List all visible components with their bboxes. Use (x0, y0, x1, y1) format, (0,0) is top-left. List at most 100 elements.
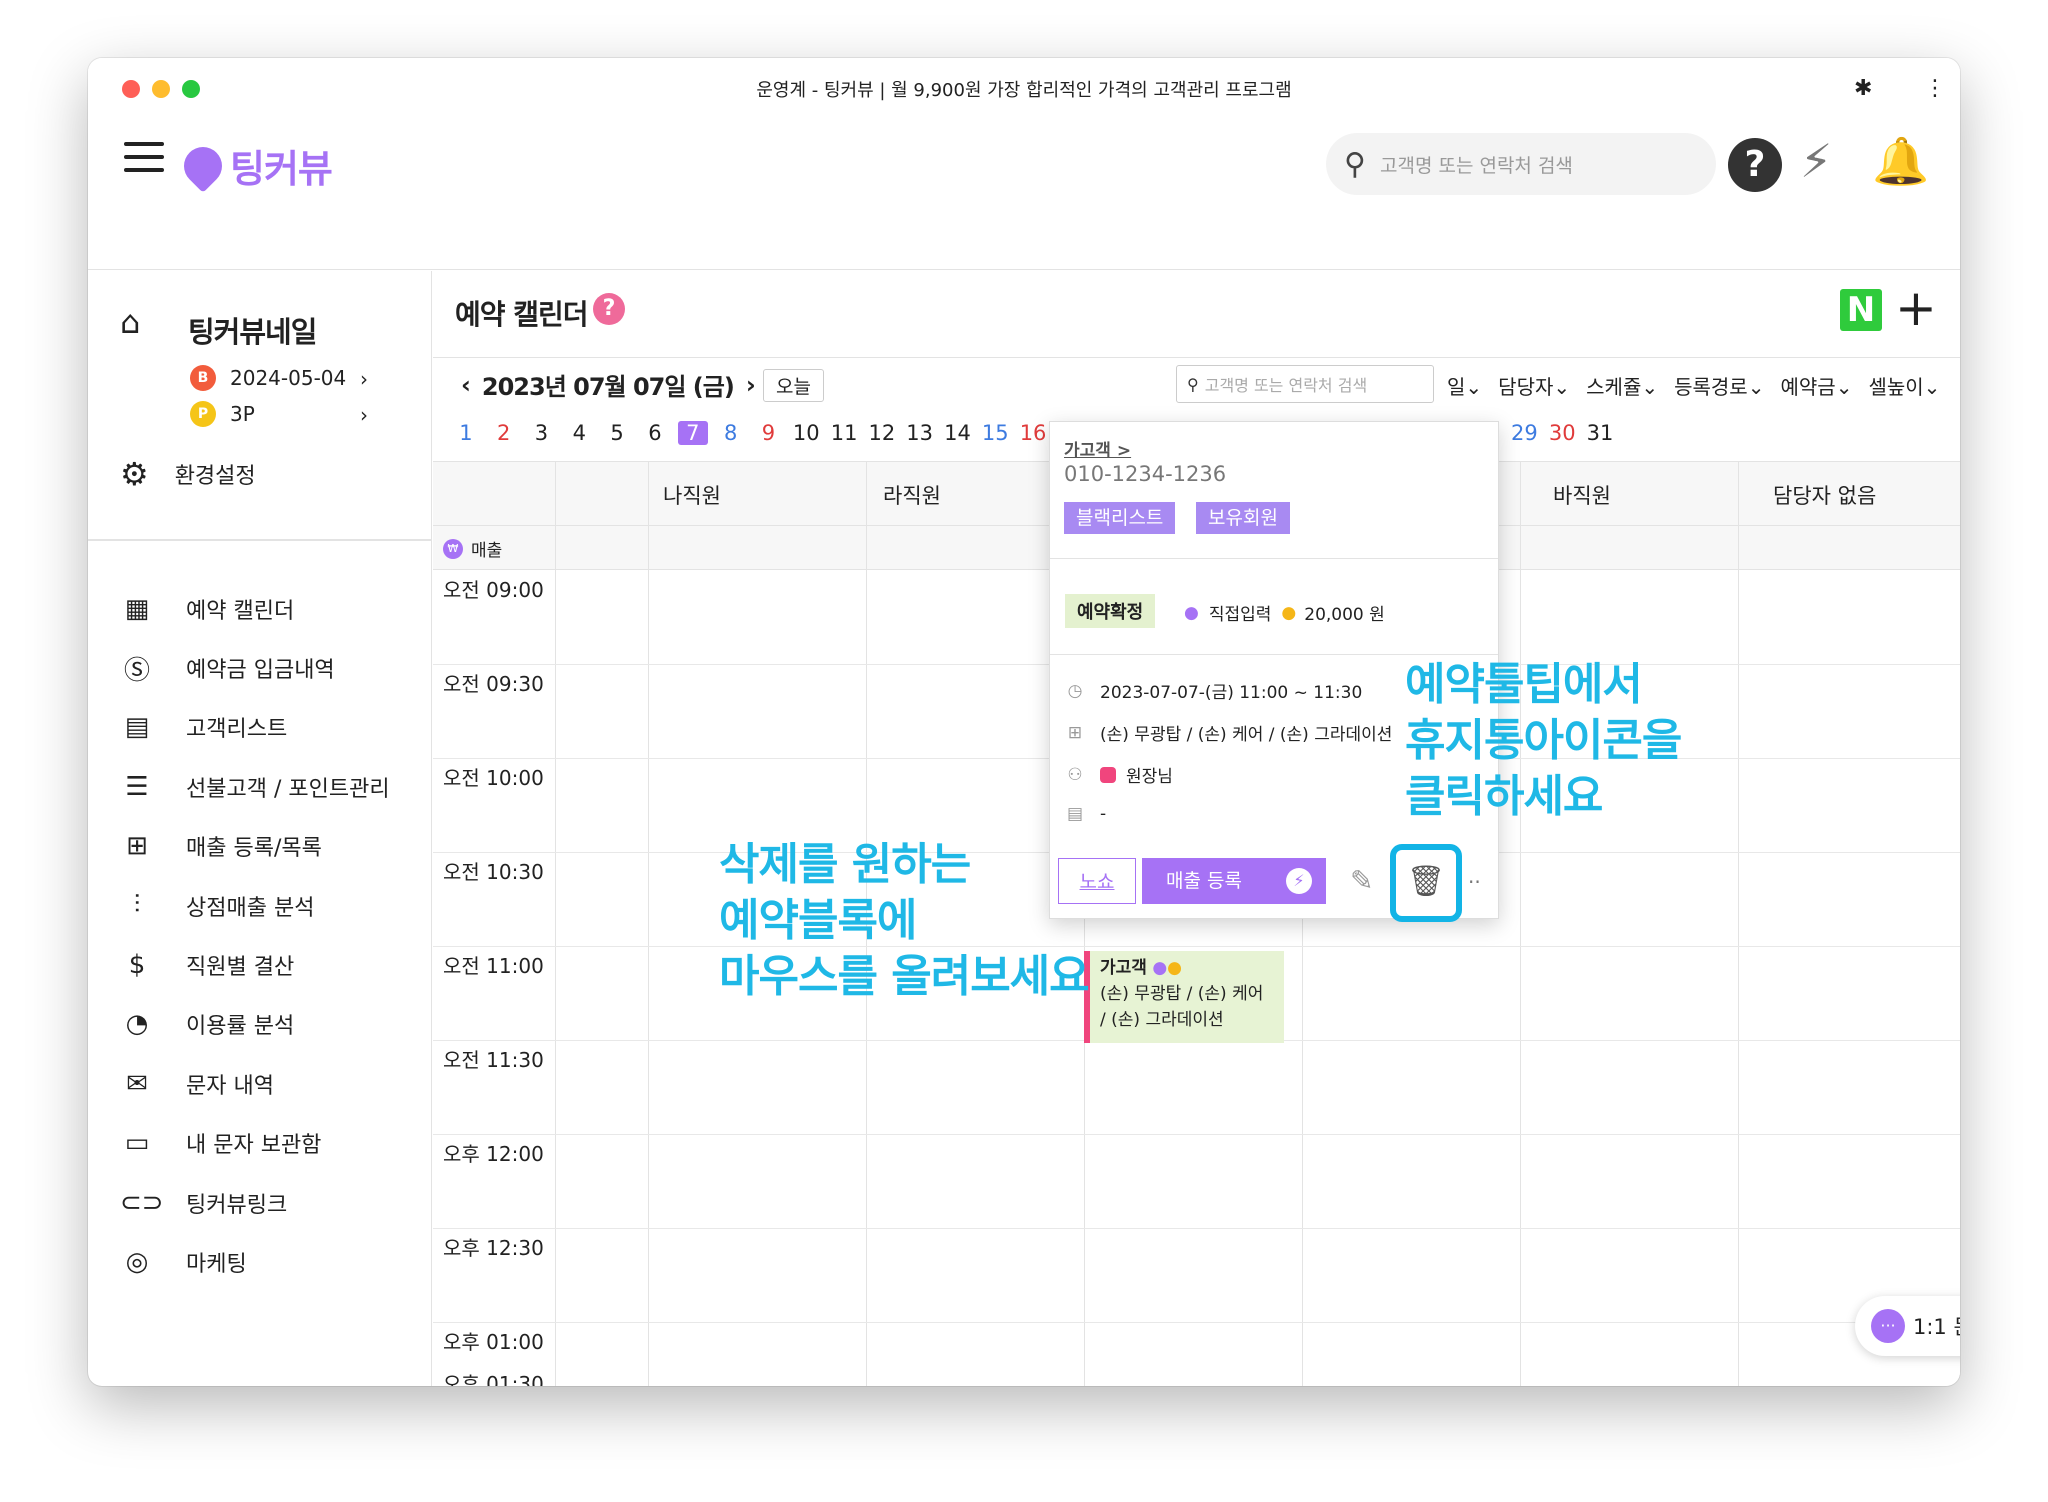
sidebar-divider (88, 539, 432, 541)
staff-column-header[interactable]: 라직원 (883, 480, 941, 510)
sidebar-item-marketing[interactable]: ◎ 마케팅 (120, 1232, 390, 1291)
booking-service: (손) 무광탑 / (손) 케어 / (손) 그라데이션 (1100, 984, 1264, 1030)
mail-icon: ✉ (126, 1068, 148, 1099)
time-slot-label: 오후 12:30 (443, 1236, 544, 1260)
sidebar-item-sales[interactable]: ⊞ 매출 등록/목록 (120, 817, 390, 876)
time-slot-label: 오전 11:00 (443, 954, 544, 978)
sidebar-item-store-analysis[interactable]: ⫶ 상점매출 분석 (120, 876, 390, 935)
staff-column-header[interactable]: 담당자 없음 (1773, 480, 1876, 510)
global-search[interactable]: ⚲ 고객명 또는 연락처 검색 (1326, 133, 1716, 195)
chevron-left-icon[interactable]: ‹ (461, 371, 471, 399)
day-6[interactable]: 6 (636, 421, 674, 445)
staff-column-header[interactable]: 바직원 (1553, 480, 1611, 510)
coin-icon: ● (1167, 958, 1183, 978)
file-plus-icon: ⊞ (126, 831, 148, 862)
day-29[interactable]: 29 (1506, 421, 1544, 445)
day-16[interactable]: 16 (1014, 421, 1052, 445)
today-button[interactable]: 오늘 (763, 369, 824, 402)
document-icon: ▤ (124, 712, 150, 743)
sidebar-item-usage-analysis[interactable]: ◔ 이용률 분석 (120, 995, 390, 1054)
sidebar-item-calendar[interactable]: ▦ 예약 캘린더 (120, 579, 390, 638)
bar-chart-icon: ⫶ (133, 890, 141, 921)
bell-icon[interactable]: 🔔 (1872, 134, 1929, 189)
naver-icon[interactable]: N (1840, 289, 1882, 331)
users-icon: ⚇ (1067, 764, 1083, 785)
filter-schedule[interactable]: 스케쥴⌄ (1586, 371, 1658, 400)
main-content: 예약 캘린더 ? N + ‹ 2023년 07월 07일 (금) › 오늘 ⚲ … (433, 271, 1960, 1386)
more-vertical-icon[interactable]: ⋮ (1924, 76, 1946, 101)
link-icon: ⊂⊃ (120, 1187, 164, 1218)
day-31[interactable]: 31 (1581, 421, 1619, 445)
current-date[interactable]: 2023년 07월 07일 (금) (482, 367, 735, 402)
tooltip-customer-link[interactable]: 가고객 > (1064, 436, 1131, 461)
time-slot-label: 오전 09:00 (443, 578, 544, 602)
shop-name[interactable]: 팅커뷰네일 (188, 309, 317, 351)
date-badge-row[interactable]: B 2024-05-04 (190, 365, 346, 391)
sidebar-item-staff-settlement[interactable]: $ 직원별 결산 (120, 935, 390, 994)
filter-view[interactable]: 일⌄ (1447, 371, 1482, 400)
calendar-icon: ▦ (124, 593, 150, 624)
day-2[interactable]: 2 (485, 421, 523, 445)
add-booking-button[interactable]: + (1895, 279, 1937, 337)
chevron-right-icon[interactable]: › (360, 403, 368, 427)
app-header: 팅커뷰 ⚲ 고객명 또는 연락처 검색 ? ⚡ 🔔 (88, 118, 1960, 270)
time-slot-label: 오전 10:00 (443, 766, 544, 790)
question-icon[interactable]: ? (593, 293, 625, 325)
day-5[interactable]: 5 (598, 421, 636, 445)
trash-icon[interactable]: 🗑 (1390, 844, 1462, 922)
day-9[interactable]: 9 (750, 421, 788, 445)
dollar-icon: $ (128, 950, 146, 981)
day-30[interactable]: 30 (1543, 421, 1581, 445)
filter-deposit[interactable]: 예약금⌄ (1780, 371, 1852, 400)
home-icon[interactable]: ⌂ (120, 303, 140, 341)
extension-puzzle-icon[interactable]: ✱ (1854, 76, 1872, 101)
staff-column-header[interactable]: 나직원 (663, 480, 721, 510)
chevron-right-icon[interactable]: › (746, 371, 756, 399)
points-row[interactable]: P 3P (190, 401, 255, 427)
time-slot-label: 오후 12:00 (443, 1142, 544, 1166)
sidebar-item-link[interactable]: ⊂⊃ 팅커뷰링크 (120, 1173, 390, 1232)
filter-staff[interactable]: 담당자⌄ (1498, 371, 1570, 400)
filter-cell-height[interactable]: 셀높이⌄ (1868, 371, 1940, 400)
day-4[interactable]: 4 (560, 421, 598, 445)
hamburger-menu-icon[interactable] (124, 142, 164, 172)
staff-color-dot (1100, 766, 1116, 783)
sidebar: ⌂ 팅커뷰네일 B 2024-05-04 › P 3P › ⚙ 환경설정 ▦ 예약… (88, 271, 432, 1386)
filter-source[interactable]: 등록경로⌄ (1674, 371, 1764, 400)
calendar-search-input[interactable]: ⚲ 고객명 또는 연락처 검색 (1176, 365, 1434, 403)
pencil-icon[interactable]: ✎ (1350, 864, 1373, 897)
status-badge: 예약확정 (1065, 594, 1156, 628)
booking-block[interactable]: 가고객 ●● (손) 무광탑 / (손) 케어 / (손) 그라데이션 (1084, 951, 1284, 1043)
time-slot-label: 오전 10:30 (443, 860, 544, 884)
day-13[interactable]: 13 (901, 421, 939, 445)
sidebar-item-sms-box[interactable]: ▭ 내 문자 보관함 (120, 1114, 390, 1173)
tag-member: 보유회원 (1196, 502, 1290, 534)
sidebar-item-deposits[interactable]: Ⓢ 예약금 입금내역 (120, 638, 390, 697)
day-11[interactable]: 11 (825, 421, 863, 445)
sidebar-menu: ▦ 예약 캘린더 Ⓢ 예약금 입금내역 ▤ 고객리스트 ☰ 선불고객 / 포인트관리 ⊞… (120, 579, 390, 1292)
day-12[interactable]: 12 (863, 421, 901, 445)
sidebar-item-customers[interactable]: ▤ 고객리스트 (120, 698, 390, 757)
day-8[interactable]: 8 (712, 421, 750, 445)
help-button[interactable]: ? (1728, 138, 1782, 192)
sidebar-item-prepaid[interactable]: ☰ 선불고객 / 포인트관리 (120, 757, 389, 816)
settings-link[interactable]: ⚙ 환경설정 (120, 455, 256, 493)
inquiry-chat-button[interactable]: ··· 1:1 문의 (1855, 1296, 1960, 1356)
sidebar-item-sms-history[interactable]: ✉ 문자 내역 (120, 1054, 390, 1113)
day-15[interactable]: 15 (976, 421, 1014, 445)
map-pin-icon: ● (1184, 602, 1199, 623)
tooltip-staff: 원장님 (1126, 767, 1173, 787)
b-badge-icon: B (190, 365, 216, 391)
day-1[interactable]: 1 (447, 421, 485, 445)
day-7-selected[interactable]: 7 (677, 421, 708, 445)
day-3[interactable]: 3 (523, 421, 561, 445)
sales-label: 매출 (471, 541, 503, 561)
lightning-icon[interactable]: ⚡ (1800, 134, 1832, 188)
day-10[interactable]: 10 (787, 421, 825, 445)
register-sales-button[interactable]: 매출 등록 ⚡ (1142, 858, 1326, 904)
day-14[interactable]: 14 (939, 421, 977, 445)
chevron-right-icon[interactable]: › (360, 367, 368, 391)
app-logo[interactable]: 팅커뷰 (176, 138, 333, 193)
tooltip-deposit: 20,000 원 (1304, 605, 1385, 625)
more-icon[interactable]: ·· (1468, 870, 1481, 894)
